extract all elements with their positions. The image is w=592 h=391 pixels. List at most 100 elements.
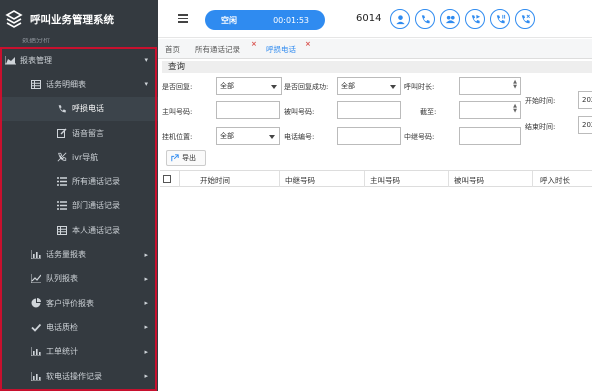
- sidebar-item[interactable]: 所有通话记录: [0, 169, 158, 193]
- call-controls: [390, 9, 540, 29]
- label-call-duration: 呼叫时长:: [404, 83, 435, 91]
- table-header: 开始时间 中继号码 主叫号码 被叫号码 呼入时长: [160, 170, 592, 187]
- pie-chart-icon: [30, 297, 42, 309]
- hold-icon[interactable]: [490, 9, 510, 29]
- duration-to-input[interactable]: ▲ ▼: [459, 101, 521, 119]
- callee-input[interactable]: [337, 101, 401, 119]
- chevron-right-icon[interactable]: ▸: [144, 251, 148, 259]
- extension-number: 6014: [356, 13, 382, 24]
- top-bar: 空闲 00:01:53 6014: [158, 0, 592, 38]
- select-all-checkbox[interactable]: [163, 175, 171, 183]
- label-trunk-number: 中继号码:: [404, 133, 435, 141]
- end-time-input[interactable]: 202: [578, 116, 592, 134]
- sidebar-item[interactable]: 工单统计 ▸: [0, 340, 158, 364]
- sidebar-item[interactable]: 客户评价报表 ▸: [0, 291, 158, 315]
- brand: 呼叫业务管理系统: [0, 0, 158, 38]
- sidebar-item[interactable]: 队列报表 ▸: [0, 267, 158, 291]
- agent-icon[interactable]: [390, 9, 410, 29]
- close-icon[interactable]: ×: [251, 40, 257, 48]
- column-divider: [448, 171, 449, 187]
- is-replied-select[interactable]: 全部: [216, 77, 282, 95]
- no-phone-icon: [56, 151, 68, 163]
- label-end-time: 结束时间:: [525, 123, 556, 131]
- column-header[interactable]: 主叫号码: [370, 175, 400, 186]
- chevron-down-icon[interactable]: ▾: [144, 80, 148, 88]
- sidebar-item-label: 报表管理: [20, 55, 52, 65]
- tab-home[interactable]: 首页: [165, 44, 180, 55]
- column-header[interactable]: 被叫号码: [454, 175, 484, 186]
- bar-chart-icon: [30, 249, 42, 261]
- transfer-icon[interactable]: [465, 9, 485, 29]
- column-header[interactable]: 开始时间: [200, 175, 230, 186]
- close-icon[interactable]: ×: [305, 40, 311, 48]
- reply-success-select[interactable]: 全部: [337, 77, 401, 95]
- list-icon: [56, 176, 68, 188]
- sidebar-item[interactable]: 呼损电话: [0, 96, 158, 121]
- status-timer: 00:01:53: [273, 15, 309, 25]
- label-reply-success: 是否回复成功:: [284, 83, 329, 91]
- label-callee: 被叫号码:: [284, 108, 315, 116]
- sidebar-item-label: 所有通话记录: [72, 177, 120, 187]
- call-id-input[interactable]: [337, 127, 401, 145]
- agent-status-pill[interactable]: 空闲 00:01:53: [205, 10, 325, 30]
- column-header[interactable]: 呼入时长: [540, 175, 570, 186]
- tab-all-records-label: 所有通话记录: [195, 45, 240, 54]
- sidebar-item-cut[interactable]: 数据分析: [0, 38, 158, 48]
- dial-icon[interactable]: [415, 9, 435, 29]
- conference-icon[interactable]: [440, 9, 460, 29]
- column-divider: [179, 171, 180, 187]
- export-button[interactable]: 导出: [166, 150, 206, 166]
- column-divider: [532, 171, 533, 187]
- chevron-right-icon[interactable]: ▸: [144, 299, 148, 307]
- tab-lost-calls[interactable]: 呼损电话 ×: [266, 40, 311, 55]
- table-icon: [30, 78, 42, 90]
- chevron-right-icon[interactable]: ▸: [144, 372, 148, 380]
- table-icon: [56, 224, 68, 236]
- chevron-right-icon[interactable]: ▸: [144, 275, 148, 283]
- chevron-right-icon[interactable]: ▸: [144, 323, 148, 331]
- start-time-input[interactable]: 202: [578, 91, 592, 109]
- sidebar-item[interactable]: 话务明细表 ▾: [0, 72, 158, 96]
- line-chart-icon: [30, 273, 42, 285]
- chevron-down-icon[interactable]: ▾: [144, 56, 148, 64]
- hangup-position-select[interactable]: 全部: [216, 127, 280, 145]
- edit-icon: [56, 127, 68, 139]
- call-duration-input[interactable]: ▲ ▼: [459, 77, 521, 95]
- sidebar-item[interactable]: 语音留言: [0, 121, 158, 145]
- spinner-icon[interactable]: ▲ ▼: [513, 104, 517, 114]
- sidebar-item-label: ivr导航: [72, 152, 99, 162]
- sidebar-item[interactable]: ivr导航: [0, 145, 158, 169]
- tab-bar: 首页 所有通话记录 × 呼损电话 ×: [158, 39, 592, 59]
- caller-input[interactable]: [216, 101, 280, 119]
- sidebar-item-label: 话务量报表: [46, 250, 86, 260]
- menu-toggle-icon[interactable]: [178, 14, 188, 23]
- label-hangup-position: 挂机位置:: [162, 133, 193, 141]
- check-icon: [30, 321, 42, 333]
- column-divider: [279, 171, 280, 187]
- app-title: 呼叫业务管理系统: [30, 13, 114, 26]
- agent-status: 空闲: [221, 15, 237, 25]
- sidebar-item[interactable]: 电话质检 ▸: [0, 315, 158, 339]
- trunk-number-input[interactable]: [459, 127, 521, 145]
- sidebar-item[interactable]: 报表管理 ▾: [0, 48, 158, 72]
- export-icon: [171, 154, 179, 162]
- sidebar-item[interactable]: 话务量报表 ▸: [0, 242, 158, 266]
- sidebar-item-label: 客户评价报表: [46, 298, 94, 308]
- sidebar-item[interactable]: 部门通话记录: [0, 194, 158, 218]
- sidebar-item[interactable]: 软电话操作记录 ▸: [0, 364, 158, 388]
- sidebar-item-label: 软电话操作记录: [46, 371, 102, 381]
- list-icon: [56, 200, 68, 212]
- label-start-time: 开始时间:: [525, 97, 556, 105]
- hangup-icon[interactable]: [515, 9, 535, 29]
- label-to: 截至:: [420, 108, 437, 116]
- column-header[interactable]: 中继号码: [285, 175, 315, 186]
- sidebar-item-label: 语音留言: [72, 128, 104, 138]
- phone-icon: [56, 103, 68, 115]
- tab-all-records[interactable]: 所有通话记录 ×: [195, 40, 257, 55]
- column-divider: [364, 171, 365, 187]
- sidebar-item[interactable]: 本人通话记录: [0, 218, 158, 242]
- spinner-icon[interactable]: ▲ ▼: [513, 80, 517, 90]
- bar-chart-icon: [30, 370, 42, 382]
- label-caller: 主叫号码:: [162, 108, 193, 116]
- chevron-right-icon[interactable]: ▸: [144, 348, 148, 356]
